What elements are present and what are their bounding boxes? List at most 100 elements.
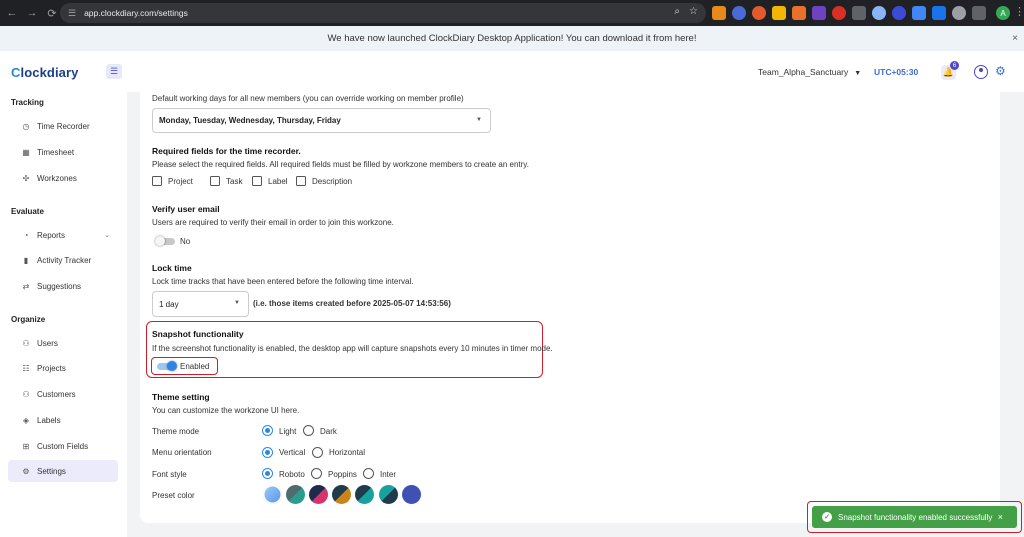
announcement-text[interactable]: We have now launched ClockDiary Desktop … bbox=[328, 33, 697, 44]
custom-fields-icon: ⊞ bbox=[22, 441, 30, 451]
menu-orientation-label: Menu orientation bbox=[152, 448, 212, 457]
extension-icon[interactable] bbox=[932, 6, 946, 20]
customers-icon: ⚇ bbox=[22, 389, 30, 399]
extension-icon[interactable] bbox=[832, 6, 846, 20]
sidebar-item-suggestions[interactable]: ⇄ Suggestions bbox=[8, 275, 118, 297]
lock-time-title: Lock time bbox=[152, 263, 192, 273]
users-icon: ⚇ bbox=[22, 338, 30, 348]
caret-down-icon: ▼ bbox=[476, 117, 482, 123]
reports-icon: ◔ bbox=[23, 230, 29, 240]
checkbox-description[interactable] bbox=[296, 176, 306, 186]
browser-toolbar: ← → ⟳ ☰ app.clockdiary.com/settings ⌕ ☆ … bbox=[0, 0, 1024, 26]
toast-message: Snapshot functionality enabled successfu… bbox=[838, 512, 993, 522]
theme-mode-label: Theme mode bbox=[152, 427, 200, 436]
zoom-icon[interactable]: ⌕ bbox=[674, 6, 680, 17]
preset-color-2[interactable] bbox=[286, 485, 305, 504]
radio-orientation-vertical[interactable] bbox=[262, 447, 273, 458]
app-header: Clockdiary ☰ Team_Alpha_Sanctuary ▼ UTC+0… bbox=[0, 51, 1024, 92]
snapshot-title: Snapshot functionality bbox=[152, 329, 244, 339]
radio-theme-light[interactable] bbox=[262, 425, 273, 436]
back-icon[interactable]: ← bbox=[4, 5, 20, 21]
profile-avatar[interactable]: A bbox=[996, 6, 1010, 20]
extension-icon[interactable] bbox=[852, 6, 866, 20]
required-fields-title: Required fields for the time recorder. bbox=[152, 146, 301, 156]
font-style-label: Font style bbox=[152, 470, 187, 479]
radio-font-inter[interactable] bbox=[363, 468, 374, 479]
sidebar-item-custom-fields[interactable]: ⊞ Custom Fields bbox=[8, 435, 118, 457]
close-icon[interactable]: × bbox=[1012, 33, 1018, 44]
forward-icon[interactable]: → bbox=[24, 5, 40, 21]
sidebar-section-evaluate: Evaluate bbox=[11, 207, 44, 216]
address-bar[interactable]: ☰ app.clockdiary.com/settings ⌕ ☆ bbox=[60, 3, 706, 23]
extension-icon[interactable] bbox=[752, 6, 766, 20]
extension-icon[interactable] bbox=[952, 6, 966, 20]
preset-color-1[interactable] bbox=[263, 485, 282, 504]
preset-color-3[interactable] bbox=[309, 485, 328, 504]
extension-icon[interactable] bbox=[792, 6, 806, 20]
sidebar-item-time-recorder[interactable]: ◷ Time Recorder bbox=[8, 115, 118, 137]
url-text: app.clockdiary.com/settings bbox=[84, 8, 188, 18]
sidebar-item-reports[interactable]: ◔ Reports ⌄ bbox=[8, 224, 118, 246]
site-info-icon[interactable]: ☰ bbox=[68, 8, 76, 19]
checkbox-task[interactable] bbox=[210, 176, 220, 186]
radio-font-inter-label: Inter bbox=[380, 470, 397, 479]
working-days-select[interactable]: Monday, Tuesday, Wednesday, Thursday, Fr… bbox=[152, 108, 491, 133]
radio-orientation-vertical-label: Vertical bbox=[279, 448, 306, 457]
extension-icon[interactable] bbox=[772, 6, 786, 20]
workspace-selector[interactable]: Team_Alpha_Sanctuary ▼ bbox=[758, 67, 861, 77]
radio-font-poppins[interactable] bbox=[311, 468, 322, 479]
preset-color-7[interactable] bbox=[402, 485, 421, 504]
theme-setting-description: You can customize the workzone UI here. bbox=[152, 406, 300, 415]
projects-icon: ☷ bbox=[22, 363, 30, 373]
extension-icon[interactable] bbox=[892, 6, 906, 20]
user-account-icon[interactable] bbox=[974, 65, 988, 79]
verify-email-toggle[interactable] bbox=[155, 236, 175, 246]
preset-color-4[interactable] bbox=[332, 485, 351, 504]
check-circle-icon: ✓ bbox=[822, 512, 832, 522]
extension-icon[interactable] bbox=[912, 6, 926, 20]
sidebar-section-organize: Organize bbox=[11, 315, 46, 324]
sidebar-item-activity-tracker[interactable]: ▮ Activity Tracker bbox=[8, 249, 118, 271]
suggestions-icon: ⇄ bbox=[22, 281, 30, 291]
reload-icon[interactable]: ⟳ bbox=[44, 5, 60, 21]
amazon-extension-icon[interactable] bbox=[712, 6, 726, 20]
verify-email-toggle-label: No bbox=[180, 237, 191, 246]
checkbox-project[interactable] bbox=[152, 176, 162, 186]
puzzle-icon[interactable] bbox=[972, 6, 986, 20]
radio-font-poppins-label: Poppins bbox=[328, 470, 357, 479]
sidebar-item-customers[interactable]: ⚇ Customers bbox=[8, 383, 118, 405]
settings-icon: ⚙ bbox=[22, 466, 30, 476]
radio-orientation-horizontal-label: Horizontal bbox=[329, 448, 366, 457]
preset-color-5[interactable] bbox=[355, 485, 374, 504]
lock-time-select[interactable]: 1 day ▼ bbox=[152, 291, 249, 317]
close-icon[interactable]: × bbox=[998, 512, 1003, 522]
extension-icon[interactable] bbox=[812, 6, 826, 20]
sidebar-item-timesheet[interactable]: ▦ Timesheet bbox=[8, 141, 118, 163]
checkbox-task-label: Task bbox=[226, 177, 243, 186]
extension-icon[interactable] bbox=[732, 6, 746, 20]
sidebar-item-projects[interactable]: ☷ Projects bbox=[8, 357, 118, 379]
browser-menu-icon[interactable]: ⋮ bbox=[1014, 5, 1024, 18]
bookmark-star-icon[interactable]: ☆ bbox=[689, 6, 698, 17]
app-logo[interactable]: Clockdiary bbox=[11, 65, 79, 80]
snapshot-description: If the screenshot functionality is enabl… bbox=[152, 344, 553, 353]
sidebar-item-labels[interactable]: ◈ Labels bbox=[8, 409, 118, 431]
preset-color-6[interactable] bbox=[379, 485, 398, 504]
extensions-bar bbox=[712, 6, 986, 20]
sidebar-item-settings[interactable]: ⚙ Settings bbox=[8, 460, 118, 482]
menu-toggle-icon[interactable]: ☰ bbox=[106, 64, 122, 79]
radio-orientation-horizontal[interactable] bbox=[312, 447, 323, 458]
snapshot-toggle-label: Enabled bbox=[180, 362, 210, 371]
success-toast: ✓ Snapshot functionality enabled success… bbox=[812, 506, 1017, 528]
snapshot-toggle[interactable] bbox=[157, 361, 177, 371]
radio-font-roboto[interactable] bbox=[262, 468, 273, 479]
checkbox-label[interactable] bbox=[252, 176, 262, 186]
checkbox-label-label: Label bbox=[268, 177, 288, 186]
radio-theme-dark[interactable] bbox=[303, 425, 314, 436]
timezone-label[interactable]: UTC+05:30 bbox=[874, 67, 918, 77]
extension-icon[interactable] bbox=[872, 6, 886, 20]
sidebar-item-users[interactable]: ⚇ Users bbox=[8, 332, 118, 354]
sidebar-item-workzones[interactable]: ✣ Workzones bbox=[8, 167, 118, 189]
gear-icon[interactable]: ⚙ bbox=[995, 64, 1006, 78]
lock-time-note: (i.e. those items created before 2025-05… bbox=[253, 299, 451, 308]
